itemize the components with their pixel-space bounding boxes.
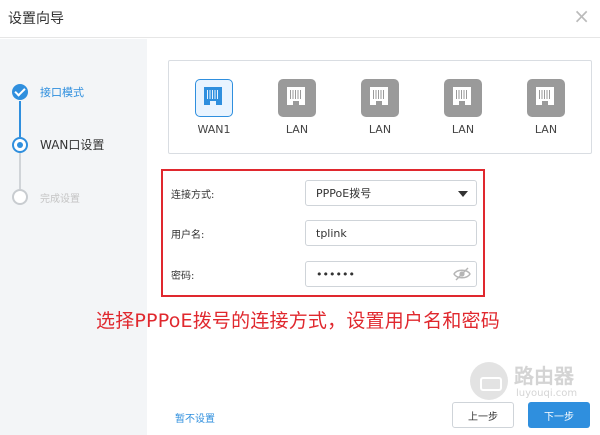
username-input[interactable]: tplink [305,220,477,246]
step-connector-todo [19,152,21,189]
chevron-down-icon [458,191,468,197]
port-label: LAN [534,123,558,136]
ethernet-port-icon [361,79,399,117]
password-value: •••••• [316,267,355,281]
pending-step-icon [12,189,28,205]
check-icon [12,84,28,100]
current-step-icon [12,136,28,153]
connection-type-select[interactable]: PPPoE拨号 [305,180,477,206]
router-logo-icon [470,362,508,400]
username-value: tplink [316,226,347,240]
step-connector-done [19,101,21,137]
port-lan-2[interactable]: LAN [360,79,400,136]
port-lan-4[interactable]: LAN [526,79,566,136]
ethernet-port-icon [195,79,233,117]
port-label: WAN1 [197,123,231,136]
close-icon[interactable]: × [573,4,590,28]
port-label: LAN [451,123,475,136]
connection-type-value: PPPoE拨号 [316,187,372,200]
step-interface-mode: 接口模式 [12,84,84,100]
username-label: 用户名: [171,229,205,241]
step-label: 接口模式 [40,86,84,99]
port-wan1[interactable]: WAN1 [194,79,234,136]
password-input[interactable]: •••••• [305,261,477,287]
dialog-title: 设置向导 [8,11,64,27]
password-label: 密码: [171,270,195,282]
skip-setup-link[interactable]: 暂不设置 [175,410,215,425]
password-row: 密码: •••••• [171,260,477,288]
watermark-url: luyouqi.com [516,388,578,399]
step-label: 完成设置 [40,193,80,205]
connection-type-row: 连接方式: PPPoE拨号 [171,179,477,207]
username-row: 用户名: tplink [171,219,477,247]
ethernet-port-icon [444,79,482,117]
connection-type-label: 连接方式: [171,189,215,201]
eye-slash-icon[interactable] [453,266,471,282]
port-label: LAN [285,123,309,136]
step-label: WAN口设置 [40,138,105,152]
step-wan-settings: WAN口设置 [12,136,104,153]
next-button[interactable]: 下一步 [528,402,590,428]
ethernet-port-icon [278,79,316,117]
previous-button[interactable]: 上一步 [452,402,514,428]
dialog-header: 设置向导 × [0,0,600,38]
port-lan-3[interactable]: LAN [443,79,483,136]
ethernet-port-icon [527,79,565,117]
watermark: 路由器 luyouqi.com [470,358,595,402]
instruction-annotation: 选择PPPoE拨号的连接方式，设置用户名和密码 [96,310,500,332]
watermark-text: 路由器 [514,364,574,388]
port-lan-1[interactable]: LAN [277,79,317,136]
port-panel: WAN1 LAN LAN LAN LAN [168,60,592,154]
port-label: LAN [368,123,392,136]
step-finish-settings: 完成设置 [12,189,80,205]
wan-settings-form: 连接方式: PPPoE拨号 用户名: tplink 密码: •••••• [161,169,485,297]
